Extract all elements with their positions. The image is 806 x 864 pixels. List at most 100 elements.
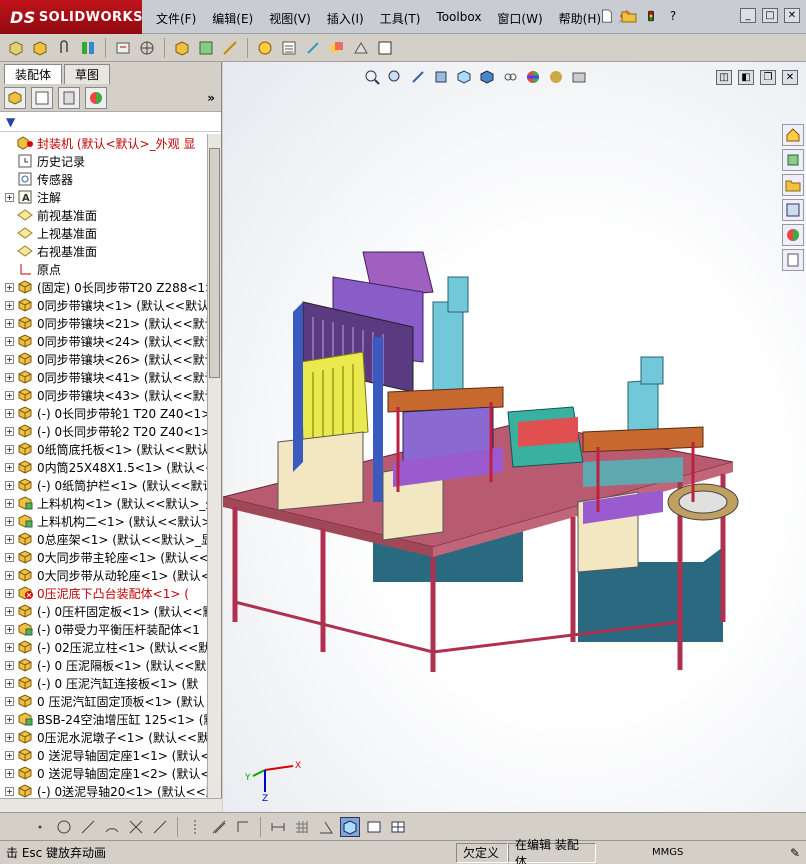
menu-insert[interactable]: 插入(I) [319, 8, 372, 29]
expand-toggle[interactable]: + [5, 462, 14, 472]
exploded-view-icon[interactable] [303, 38, 323, 58]
tree-item[interactable]: + A 注解 [0, 188, 208, 206]
expand-toggle[interactable]: + [5, 354, 14, 364]
tree-item[interactable]: +0同步带镶块<26> (默认<<默认 [0, 350, 208, 368]
tree-item[interactable]: + (-) 0带受力平衡压杆装配体<1 [0, 620, 208, 638]
shaded-sketch-icon[interactable] [364, 817, 384, 837]
expand-toggle[interactable]: + [5, 678, 14, 688]
tree-item[interactable]: 历史记录 [0, 152, 208, 170]
expand-toggle[interactable]: + [5, 696, 14, 706]
expand-toggle[interactable]: + [5, 750, 14, 760]
menu-edit[interactable]: 编辑(E) [204, 8, 261, 29]
expand-toggle[interactable]: + [5, 444, 14, 454]
tree-item[interactable]: 右视基准面 [0, 242, 208, 260]
tree-item[interactable]: +0纸筒底托板<1> (默认<<默认>_ [0, 440, 208, 458]
custom-properties-icon[interactable] [782, 249, 804, 271]
expand-toggle[interactable]: + [5, 768, 14, 778]
tree-item[interactable]: +0总座架<1> (默认<<默认>_显示 [0, 530, 208, 548]
expand-toggle[interactable]: + [5, 426, 14, 436]
tree-item[interactable]: 传感器 [0, 170, 208, 188]
tree-item[interactable]: + BSB-24空油增压缸 125<1> (默 [0, 710, 208, 728]
tree-item[interactable]: + (-) 0长同步带轮1 T20 Z40<1> [0, 404, 208, 422]
scrollbar-thumb[interactable] [209, 148, 220, 378]
expand-toggle[interactable]: + [5, 624, 14, 634]
corner-icon[interactable] [233, 817, 253, 837]
configuration-manager-icon[interactable] [58, 86, 80, 109]
solidworks-resources-icon[interactable] [782, 124, 804, 146]
menu-view[interactable]: 视图(V) [261, 8, 319, 29]
tree-item[interactable]: + (固定) 0长同步带T20 Z288<1> [0, 278, 208, 296]
grid-icon[interactable] [292, 817, 312, 837]
file-explorer-icon[interactable] [782, 174, 804, 196]
circle-icon[interactable] [54, 817, 74, 837]
expand-toggle[interactable]: + [5, 498, 14, 508]
tree-item[interactable]: +0同步带镶块<24> (默认<<默认 [0, 332, 208, 350]
menu-file[interactable]: 文件(F) [148, 8, 204, 29]
help-icon[interactable]: ? [664, 7, 682, 25]
tab-sketch[interactable]: 草图 [64, 64, 111, 84]
expand-toggle[interactable]: + [5, 390, 14, 400]
app-logo[interactable]: DS SOLIDWORKS [0, 0, 142, 34]
appearances-icon[interactable] [782, 224, 804, 246]
menu-window[interactable]: 窗口(W) [489, 8, 550, 29]
tab-assembly[interactable]: 装配体 [4, 64, 63, 84]
tree-item[interactable]: + (-) 0 压泥汽缸连接板<1> (默 [0, 674, 208, 692]
line-icon[interactable] [78, 817, 98, 837]
new-part-icon[interactable] [30, 38, 50, 58]
expand-toggle[interactable]: + [5, 318, 14, 328]
move-component-icon[interactable] [137, 38, 157, 58]
show-hidden-icon[interactable] [172, 38, 192, 58]
tree-item[interactable]: +0 送泥导轴固定座1<2> (默认< [0, 764, 208, 782]
expand-toggle[interactable]: + [5, 516, 14, 526]
tree-item[interactable]: +0压泥底下凸台装配体<1> ( [0, 584, 208, 602]
tree-horizontal-scrollbar[interactable] [0, 798, 222, 812]
sketch-icon[interactable] [375, 38, 395, 58]
graphics-area[interactable]: ◫ ◧ ❐ ✕ X Y Z [223, 62, 806, 812]
tree-item[interactable]: + 上料机构二<1> (默认<<默认>_ [0, 512, 208, 530]
expand-toggle[interactable]: + [5, 372, 14, 382]
trim-icon[interactable] [126, 817, 146, 837]
expand-toggle[interactable]: + [5, 606, 14, 616]
tree-item[interactable]: 前视基准面 [0, 206, 208, 224]
view-palette-icon[interactable] [782, 199, 804, 221]
tree-item[interactable]: +0大同步带主轮座<1> (默认<<默 [0, 548, 208, 566]
angle-icon[interactable] [316, 817, 336, 837]
point-icon[interactable] [30, 817, 50, 837]
tree-item[interactable]: +0同步带镶块<1> (默认<<默认> [0, 296, 208, 314]
expand-pane-icon[interactable]: » [207, 91, 215, 105]
tree-item[interactable]: 上视基准面 [0, 224, 208, 242]
expand-toggle[interactable]: + [5, 192, 14, 202]
open-folder-icon[interactable] [620, 7, 638, 25]
expand-toggle[interactable]: + [5, 732, 14, 742]
tree-item[interactable]: +0同步带镶块<21> (默认<<默认 [0, 314, 208, 332]
menu-toolbox[interactable]: Toolbox [428, 8, 489, 29]
tree-item[interactable]: +0同步带镶块<43> (默认<<默认 [0, 386, 208, 404]
tree-item[interactable]: + (-) 0长同步带轮2 T20 Z40<1> [0, 422, 208, 440]
arc-icon[interactable] [102, 817, 122, 837]
dimension-icon[interactable] [268, 817, 288, 837]
table-icon[interactable] [388, 817, 408, 837]
expand-toggle[interactable]: + [5, 660, 14, 670]
tree-item[interactable]: +0同步带镶块<41> (默认<<默认 [0, 368, 208, 386]
tree-item[interactable]: 原点 [0, 260, 208, 278]
tree-item[interactable]: + (-) 0纸筒护栏<1> (默认<<默认 [0, 476, 208, 494]
expand-toggle[interactable]: + [5, 588, 14, 598]
filter-icon[interactable]: ▼ [6, 115, 15, 129]
tree-vertical-scrollbar[interactable] [207, 134, 221, 798]
design-library-icon[interactable] [782, 149, 804, 171]
mate-icon[interactable] [78, 38, 98, 58]
feature-manager-icon[interactable] [4, 86, 26, 109]
tree-item[interactable]: +0 送泥导轴固定座1<1> (默认< [0, 746, 208, 764]
assembly-features-icon[interactable] [196, 38, 216, 58]
close-button[interactable]: ✕ [784, 8, 800, 23]
expand-toggle[interactable]: + [5, 570, 14, 580]
tree-item[interactable]: + (-) 02压泥立柱<1> (默认<<默 [0, 638, 208, 656]
expand-toggle[interactable]: + [5, 336, 14, 346]
expand-toggle[interactable]: + [5, 408, 14, 418]
property-manager-icon[interactable] [31, 86, 53, 109]
expand-toggle[interactable]: + [5, 642, 14, 652]
tree-item[interactable]: + (-) 0 压泥隔板<1> (默认<<默 [0, 656, 208, 674]
bill-of-materials-icon[interactable] [279, 38, 299, 58]
tree-item[interactable]: + (-) 0压杆固定板<1> (默认<<默 [0, 602, 208, 620]
instant3d-icon[interactable] [351, 38, 371, 58]
